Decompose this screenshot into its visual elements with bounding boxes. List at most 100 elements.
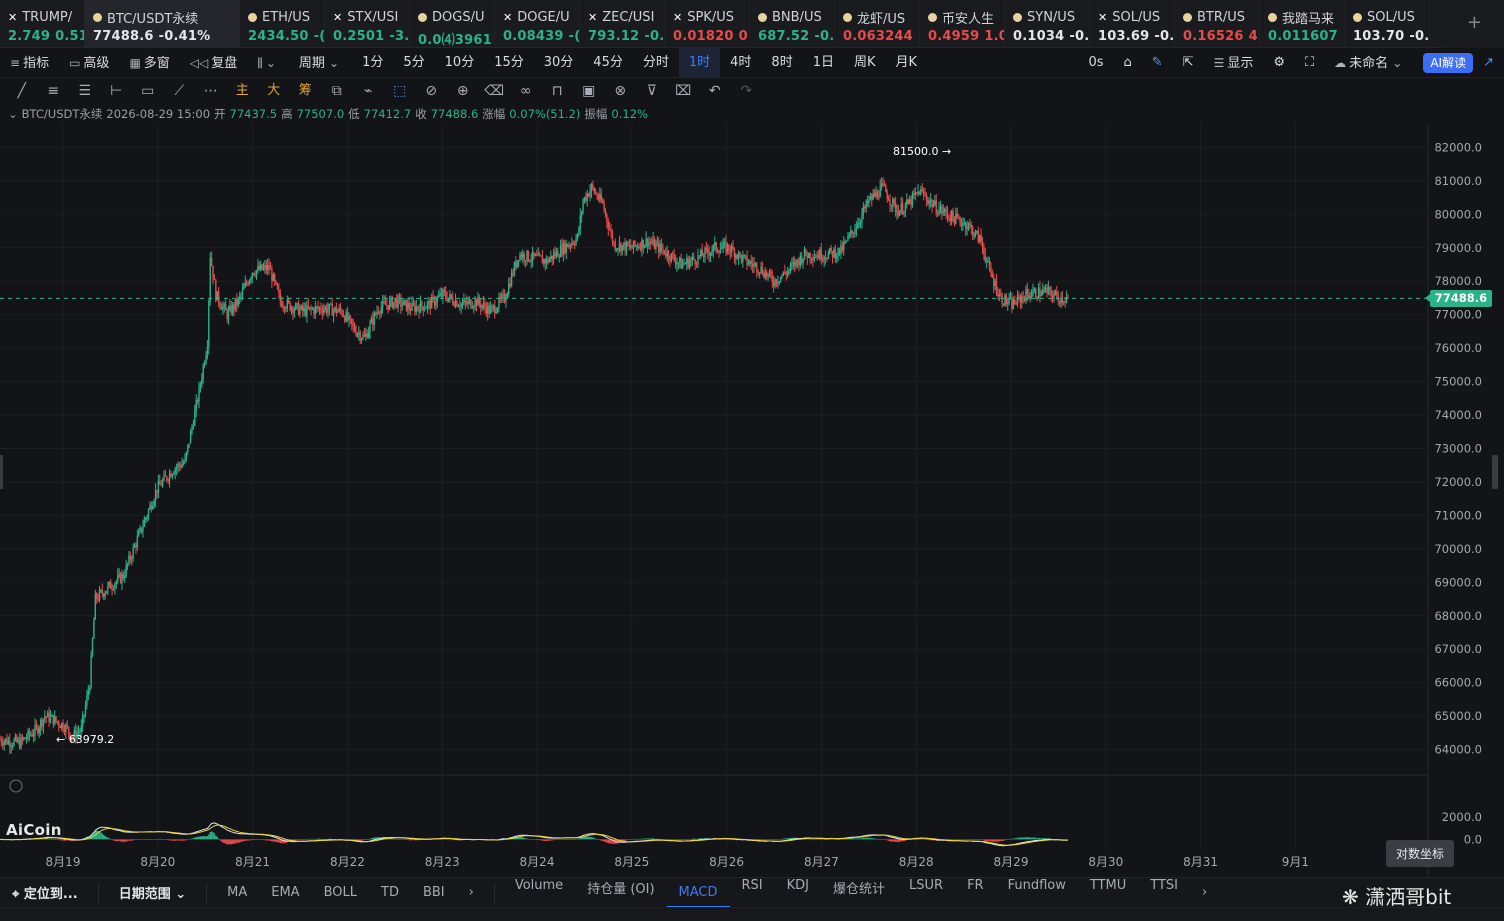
sub-indicator-tab[interactable]: Volume	[503, 878, 575, 908]
locate-button[interactable]: ⌖ 定位到...	[0, 883, 90, 902]
candle-body	[725, 241, 727, 253]
macd-bar	[768, 839, 771, 840]
candle-body	[87, 691, 89, 696]
macd-bar	[817, 839, 820, 840]
candle-body	[432, 296, 434, 298]
candle-body	[51, 714, 53, 717]
macd-bar	[170, 839, 172, 841]
candle-body	[615, 249, 618, 251]
macd-bar	[672, 839, 674, 840]
macd-bar	[652, 838, 654, 840]
candle-body	[760, 266, 762, 273]
candle-body	[1042, 289, 1044, 295]
macd-tick-label: 2000.0	[1442, 810, 1482, 824]
candle-body	[942, 211, 944, 214]
candle-body	[245, 282, 248, 284]
candle-body	[44, 716, 46, 720]
price-scroll-handle[interactable]	[1492, 455, 1498, 489]
candle-body	[422, 306, 424, 311]
macd-bar	[63, 839, 66, 841]
candle-body	[559, 245, 562, 257]
macd-bar	[174, 839, 176, 841]
candle-body	[728, 244, 730, 251]
sub-indicator-tab[interactable]: KDJ	[775, 878, 821, 908]
candle-body	[421, 301, 423, 307]
macd-bar	[761, 839, 764, 841]
candle-body	[561, 245, 563, 255]
candle-body	[911, 193, 914, 206]
candle-body	[377, 311, 380, 313]
macd-bar	[180, 839, 182, 841]
macd-bar	[210, 831, 213, 840]
sub-indicator-tab[interactable]: MACD	[666, 878, 730, 908]
candle-body	[62, 722, 64, 731]
macd-bar	[226, 839, 228, 845]
main-indicator-tab[interactable]: BBI	[411, 885, 457, 900]
candle-body	[691, 256, 694, 260]
candle-body	[812, 258, 814, 260]
macd-bar	[880, 839, 883, 840]
candle-body	[903, 211, 905, 214]
candle-body	[191, 426, 193, 432]
left-scroll-handle[interactable]	[0, 455, 3, 489]
date-tick-label: 8月24	[520, 855, 555, 869]
chevron-right-icon[interactable]: ›	[457, 885, 486, 900]
candle-body	[512, 272, 514, 275]
sub-indicator-tab[interactable]: TTSI	[1138, 878, 1190, 908]
candle-body	[516, 260, 518, 268]
main-indicator-tab[interactable]: EMA	[259, 885, 311, 900]
candle-body	[45, 716, 47, 718]
macd-bar	[146, 839, 148, 840]
sub-indicator-tab[interactable]: TTMU	[1078, 878, 1138, 908]
candle-body	[597, 197, 600, 200]
candle-body	[449, 294, 451, 298]
macd-bar	[118, 839, 120, 842]
sub-indicator-tab[interactable]: FR	[955, 878, 996, 908]
candle-body	[453, 303, 455, 307]
candle-body	[140, 527, 143, 532]
macd-bar	[177, 839, 179, 841]
sub-indicator-tab[interactable]: Fundflow	[996, 878, 1078, 908]
candle-body	[192, 425, 195, 427]
divider	[206, 882, 208, 903]
candle-body	[414, 304, 416, 312]
main-indicator-tab[interactable]: TD	[369, 885, 411, 900]
price-chart[interactable]: 64000.0 65000.0 66000.0 67000.0 68000.0 69000…	[0, 0, 1504, 877]
candle-body	[791, 263, 793, 265]
macd-bar	[781, 838, 783, 840]
candle-body	[348, 315, 350, 320]
macd-bar	[841, 839, 844, 840]
macd-bar	[108, 838, 111, 840]
sub-indicator-tab[interactable]: RSI	[730, 878, 775, 908]
macd-bar	[449, 839, 451, 840]
chevron-right-icon[interactable]: ›	[1190, 885, 1219, 900]
candle-body	[660, 244, 663, 250]
candle-body	[344, 316, 346, 322]
candle-body	[437, 295, 440, 298]
macd-bar	[639, 838, 642, 840]
candle-body	[701, 250, 703, 257]
candle-body	[386, 305, 388, 307]
candle-body	[97, 599, 99, 601]
sub-indicator-tab[interactable]: 爆仓统计	[821, 878, 897, 908]
macd-bar	[121, 839, 123, 842]
sub-indicator-tab[interactable]: LSUR	[897, 878, 955, 908]
candle-body	[425, 307, 427, 309]
macd-bar	[295, 839, 297, 841]
macd-bar	[107, 837, 109, 840]
candle-body	[379, 312, 381, 314]
sub-indicator-tab[interactable]: 持仓量 (OI)	[575, 878, 666, 908]
macd-bar	[630, 839, 632, 840]
candle-body	[583, 197, 586, 202]
date-range-button[interactable]: 日期范围 ⌄	[107, 883, 198, 902]
macd-bar	[201, 836, 203, 840]
candle-body	[655, 243, 657, 249]
candle-body	[21, 737, 24, 740]
candle-body	[843, 242, 845, 251]
candle-body	[411, 302, 413, 311]
candle-body	[135, 545, 137, 548]
candle-body	[993, 277, 995, 286]
chevron-down-icon: ⌄	[175, 887, 187, 902]
main-indicator-tab[interactable]: BOLL	[312, 885, 369, 900]
main-indicator-tab[interactable]: MA	[215, 885, 259, 900]
